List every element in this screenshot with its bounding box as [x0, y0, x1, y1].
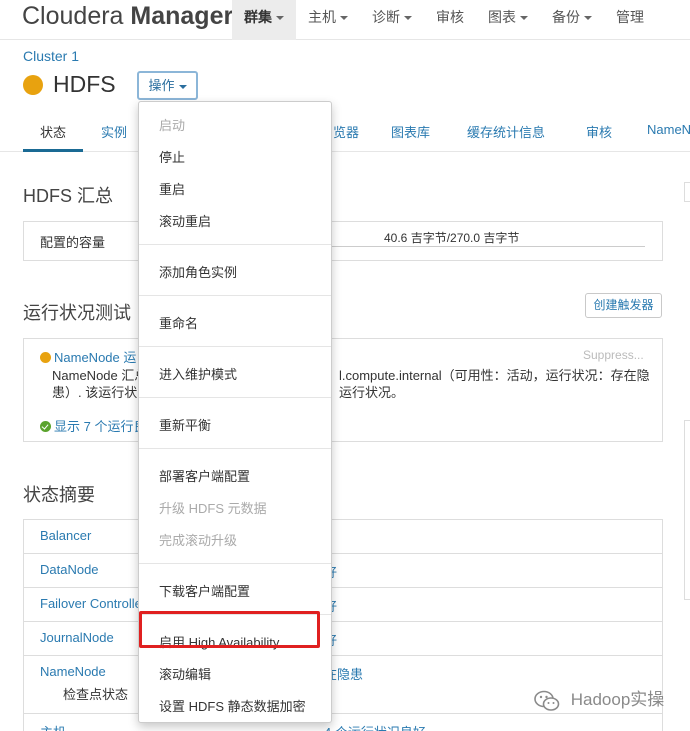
menu-item-restart[interactable]: 重启: [159, 179, 185, 198]
table-row: Balancer: [23, 519, 663, 553]
menu-divider: [139, 448, 331, 449]
nav-clusters-label: 群集: [244, 9, 272, 25]
show-more-tests-link[interactable]: 显示 7 个运行良: [40, 416, 146, 435]
nav-backup[interactable]: 备份: [540, 0, 604, 40]
right-panel-edge: [684, 182, 690, 202]
show-more-tests-label: 显示 7 个运行良: [54, 419, 147, 434]
create-trigger-button[interactable]: 创建触发器: [585, 293, 662, 318]
main-nav: 群集 主机 诊断 审核 图表 备份 管理: [232, 0, 656, 40]
capacity-panel: 配置的容量 40.6 吉字节/270.0 吉字节: [23, 221, 663, 261]
status-summary-title: 状态摘要: [23, 485, 95, 505]
menu-item-rebalance[interactable]: 重新平衡: [159, 415, 211, 434]
menu-item-deploy-client-config[interactable]: 部署客户端配置: [159, 466, 250, 485]
service-tabs: 状态 实例 览器 图表库 缓存统计信息 审核 NameN: [0, 112, 690, 152]
tab-namenode[interactable]: NameN: [647, 122, 690, 137]
menu-item-download-client-config[interactable]: 下载客户端配置: [159, 581, 250, 600]
brand-name-thin: Cloudera: [22, 2, 124, 30]
cluster-breadcrumb-link[interactable]: Cluster 1: [23, 48, 79, 64]
table-row: 主机 4 个运行状况良好: [23, 713, 663, 731]
menu-divider: [139, 563, 331, 564]
watermark-text: Hadoop实操: [570, 690, 665, 709]
menu-item-rolling-restart[interactable]: 滚动重启: [159, 211, 211, 230]
role-link-failover-controller[interactable]: Failover Controlle: [40, 596, 142, 611]
hdfs-summary-title: HDFS 汇总: [23, 186, 113, 206]
watermark: Hadoop实操: [534, 685, 664, 711]
role-link-namenode[interactable]: NameNode: [40, 664, 106, 679]
health-test-item[interactable]: NameNode 运: [40, 347, 136, 366]
menu-item-roll-edits[interactable]: 滚动编辑: [159, 664, 211, 683]
chevron-down-icon: [520, 16, 528, 21]
table-row: JournalNode 好: [23, 621, 663, 655]
nav-diagnostics-label: 诊断: [372, 9, 400, 25]
health-test-name[interactable]: NameNode 运: [54, 350, 136, 365]
nav-backup-label: 备份: [552, 9, 580, 25]
chevron-down-icon: [276, 16, 284, 21]
active-tab-indicator: [23, 149, 83, 152]
menu-item-hdfs-encryption[interactable]: 设置 HDFS 静态数据加密: [159, 696, 306, 715]
nav-audits-label: 审核: [436, 9, 464, 25]
nav-hosts[interactable]: 主机: [296, 0, 360, 40]
menu-divider: [139, 346, 331, 347]
health-test-desc-3: 患）. 该运行状: [52, 385, 138, 400]
nav-audits[interactable]: 审核: [424, 0, 476, 40]
role-link-datanode[interactable]: DataNode: [40, 562, 99, 577]
menu-item-enter-maintenance[interactable]: 进入维护模式: [159, 364, 237, 383]
menu-item-stop[interactable]: 停止: [159, 147, 185, 166]
health-tests-panel: NameNode 运 Suppress... NameNode 汇总 l.com…: [23, 338, 663, 442]
chevron-down-icon: [178, 84, 187, 89]
table-row: DataNode 好: [23, 553, 663, 587]
health-test-desc-4: 运行状况。: [339, 385, 405, 400]
nav-administration-label: 管理: [616, 9, 644, 25]
menu-item-start: 启动: [159, 118, 186, 133]
highlight-annotation: [139, 611, 320, 648]
menu-divider: [139, 397, 331, 398]
brand-name-bold: Manager: [130, 2, 234, 30]
top-nav-bar: Cloudera Manager 群集 主机 诊断 审核 图表 备份 管理: [0, 0, 690, 40]
service-title: HDFS: [53, 71, 116, 97]
menu-item-rename[interactable]: 重命名: [159, 313, 198, 332]
nav-administration[interactable]: 管理: [604, 0, 656, 40]
table-row: Failover Controlle 好: [23, 587, 663, 621]
capacity-value: 40.6 吉字节/270.0 吉字节: [384, 231, 520, 245]
capacity-label: 配置的容量: [40, 235, 106, 250]
brand-logo[interactable]: Cloudera Manager: [22, 2, 233, 31]
health-tests-title: 运行状况测试: [23, 303, 131, 323]
tab-status[interactable]: 状态: [40, 122, 66, 141]
tab-audits[interactable]: 审核: [586, 122, 612, 141]
nav-diagnostics[interactable]: 诊断: [360, 0, 424, 40]
tab-cache-stats[interactable]: 缓存统计信息: [467, 122, 545, 141]
nav-clusters[interactable]: 群集: [232, 0, 296, 40]
menu-divider: [139, 295, 331, 296]
tab-instances[interactable]: 实例: [101, 122, 127, 141]
tab-file-browser[interactable]: 览器: [333, 122, 359, 141]
check-circle-icon: [40, 421, 51, 432]
role-status[interactable]: 4 个运行状况良好: [324, 722, 426, 731]
service-status-icon: [23, 75, 43, 95]
actions-label: 操作: [148, 78, 175, 93]
nav-charts[interactable]: 图表: [476, 0, 540, 40]
tab-chart-library[interactable]: 图表库: [391, 122, 430, 141]
chevron-down-icon: [404, 16, 412, 21]
nav-charts-label: 图表: [488, 9, 516, 25]
menu-item-upgrade-hdfs-metadata: 升级 HDFS 元数据: [159, 501, 267, 516]
role-link-balancer[interactable]: Balancer: [40, 528, 91, 543]
role-link-hosts[interactable]: 主机: [40, 722, 66, 731]
actions-dropdown-button[interactable]: 操作: [137, 71, 198, 100]
chevron-down-icon: [584, 16, 592, 21]
menu-item-finalize-rolling-upgrade: 完成滚动升级: [159, 533, 238, 548]
wechat-icon: [534, 690, 560, 711]
role-link-journalnode[interactable]: JournalNode: [40, 630, 114, 645]
warning-status-icon: [40, 352, 51, 363]
right-panel-edge: [684, 420, 690, 600]
suppress-link[interactable]: Suppress...: [583, 348, 644, 362]
chevron-down-icon: [340, 16, 348, 21]
nav-hosts-label: 主机: [308, 9, 336, 25]
checkpoint-status-label: 检查点状态: [63, 687, 129, 702]
menu-item-add-role-instances[interactable]: 添加角色实例: [159, 262, 237, 281]
menu-divider: [139, 244, 331, 245]
